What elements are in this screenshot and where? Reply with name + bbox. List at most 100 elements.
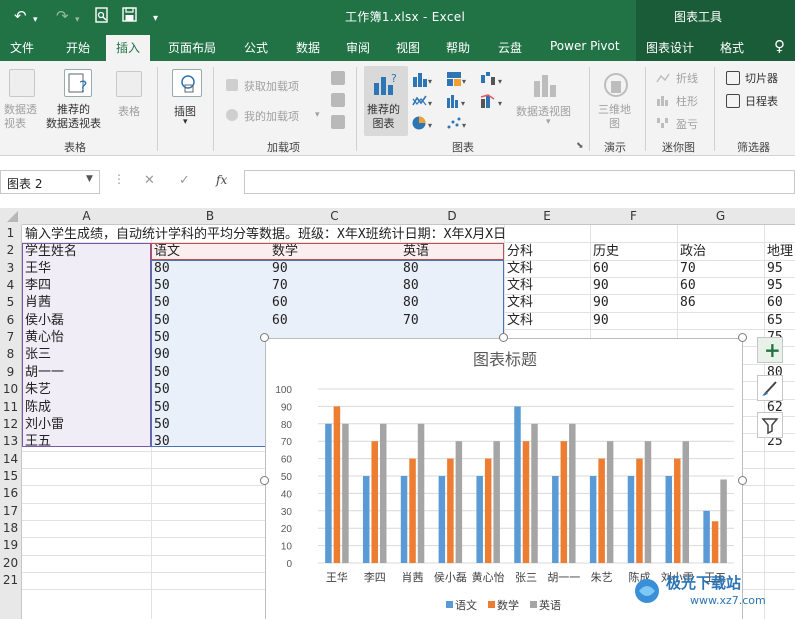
sparkline-column-button[interactable]: 柱形 [676, 93, 698, 109]
tab-format[interactable]: 格式 [720, 39, 744, 56]
bar-语文-刘小雷[interactable] [665, 476, 673, 563]
cell-chinese-11[interactable]: 50 [154, 399, 170, 416]
row-header-8[interactable]: 8 [0, 347, 21, 361]
tab-page-layout[interactable]: 页面布局 [168, 39, 216, 56]
chart-styles-button[interactable] [757, 375, 783, 401]
cell-english-3[interactable]: 80 [403, 260, 419, 277]
bar-语文-李四[interactable] [362, 476, 370, 563]
bar-数学-张三[interactable] [522, 441, 530, 563]
line-chart-icon[interactable]: ▾ [412, 93, 436, 109]
column-chart-icon[interactable]: ▾ [412, 71, 434, 87]
formula-input[interactable] [244, 170, 795, 194]
cell-politics-4[interactable]: 60 [680, 277, 696, 294]
recommended-charts-icon[interactable]: ? [372, 71, 400, 97]
bar-数学-肖茜[interactable] [409, 458, 416, 563]
cell-name-11[interactable]: 陈成 [25, 399, 51, 416]
statistic-chart-icon[interactable]: ▾ [446, 93, 470, 109]
cell-name-5[interactable]: 肖茜 [25, 294, 51, 311]
bar-语文-王华[interactable] [325, 423, 332, 563]
illustrations-dropdown-icon[interactable]: ▾ [183, 117, 188, 127]
undo-icon[interactable]: ↶ [14, 7, 27, 25]
recommended-pivot-icon[interactable]: ? [64, 69, 92, 97]
row-header-1[interactable]: 1 [0, 226, 21, 240]
bar-语文-张三[interactable] [514, 406, 521, 563]
row-header-7[interactable]: 7 [0, 330, 21, 344]
row-header-20[interactable]: 20 [0, 556, 21, 570]
waterfall-chart-icon[interactable]: ▾ [480, 71, 506, 87]
row-header-15[interactable]: 15 [0, 469, 21, 483]
cell-h2[interactable]: 地理 [767, 243, 793, 260]
chart-resize-handle[interactable] [738, 476, 747, 485]
cell-c2[interactable]: 数学 [272, 243, 298, 260]
tab-insert[interactable]: 插入 [106, 35, 151, 61]
cell-chinese-5[interactable]: 50 [154, 294, 170, 311]
chart-resize-handle[interactable] [738, 333, 747, 342]
bar-语文-侯小磊[interactable] [438, 476, 446, 563]
chart-resize-handle[interactable] [260, 476, 269, 485]
cell-name-13[interactable]: 王五 [25, 433, 51, 450]
cell-track-4[interactable]: 文科 [507, 277, 533, 294]
cell-name-4[interactable]: 李四 [25, 277, 51, 294]
cell-track-3[interactable]: 文科 [507, 260, 533, 277]
bar-数学-朱艺[interactable] [598, 458, 605, 563]
row-header-13[interactable]: 13 [0, 434, 21, 448]
cell-geography-6[interactable]: 65 [767, 312, 783, 329]
column-header-g[interactable]: G [677, 209, 764, 223]
cell-math-6[interactable]: 60 [272, 312, 288, 329]
bar-语文-肖茜[interactable] [400, 476, 408, 563]
cell-chinese-10[interactable]: 50 [154, 381, 170, 398]
bar-数学-李四[interactable] [371, 441, 378, 563]
pivot-table-button[interactable]: 数据透 视表 [4, 103, 37, 131]
tab-cloud[interactable]: 云盘 [498, 39, 522, 56]
row-header-10[interactable]: 10 [0, 382, 21, 396]
column-header-c[interactable]: C [269, 209, 400, 223]
column-header-a[interactable]: A [22, 209, 151, 223]
row-header-12[interactable]: 12 [0, 417, 21, 431]
enter-icon[interactable]: ✓ [179, 173, 190, 188]
column-header-b[interactable]: B [151, 209, 269, 223]
row-header-2[interactable]: 2 [0, 243, 21, 257]
name-box[interactable]: 图表 2 [0, 170, 100, 194]
bar-英语-王华[interactable] [342, 423, 349, 563]
table-icon[interactable] [116, 71, 142, 97]
bar-英语-肖茜[interactable] [417, 423, 425, 563]
bar-英语-黄心怡[interactable] [493, 441, 500, 563]
cell-name-3[interactable]: 王华 [25, 260, 51, 277]
chart-resize-handle[interactable] [260, 333, 269, 342]
bar-英语-陈成[interactable] [644, 441, 652, 563]
cell-chinese-4[interactable]: 50 [154, 277, 170, 294]
combo-chart-icon[interactable]: ▾ [480, 93, 506, 109]
bing-maps-icon[interactable] [331, 71, 345, 85]
cell-chinese-8[interactable]: 90 [154, 346, 170, 363]
table-button[interactable]: 表格 [118, 103, 140, 119]
bar-数学-王华[interactable] [333, 406, 341, 563]
tab-view[interactable]: 视图 [396, 39, 420, 56]
bar-语文-黄心怡[interactable] [476, 476, 483, 563]
tab-review[interactable]: 审阅 [346, 39, 370, 56]
row-header-19[interactable]: 19 [0, 538, 21, 552]
chart-title[interactable]: 图表标题 [473, 351, 537, 369]
my-addins-dropdown-icon[interactable]: ▾ [315, 110, 320, 120]
bar-数学-黄心怡[interactable] [484, 458, 492, 563]
get-addins-button[interactable]: 获取加载项 [244, 78, 299, 94]
cell-name-7[interactable]: 黄心怡 [25, 329, 64, 346]
cell-geography-5[interactable]: 60 [767, 294, 783, 311]
cell-a2[interactable]: 学生姓名 [25, 243, 77, 260]
row-header-6[interactable]: 6 [0, 313, 21, 327]
cell-name-10[interactable]: 朱艺 [25, 381, 51, 398]
cell-b2[interactable]: 语文 [154, 243, 180, 260]
visio-icon[interactable] [331, 115, 345, 129]
cell-history-5[interactable]: 90 [593, 294, 609, 311]
cell-history-3[interactable]: 60 [593, 260, 609, 277]
column-header-d[interactable]: D [400, 209, 504, 223]
print-preview-icon[interactable] [95, 7, 109, 27]
cell-e2[interactable]: 分科 [507, 243, 533, 260]
tab-chart-design[interactable]: 图表设计 [646, 39, 694, 56]
lightbulb-icon[interactable]: ♀ [774, 37, 785, 55]
cell-geography-3[interactable]: 95 [767, 260, 783, 277]
row-header-17[interactable]: 17 [0, 504, 21, 518]
charts-dialog-launcher-icon[interactable]: ⬊ [576, 141, 584, 151]
bar-英语-刘小雷[interactable] [682, 441, 690, 563]
bar-数学-侯小磊[interactable] [447, 458, 454, 563]
cell-english-6[interactable]: 70 [403, 312, 419, 329]
